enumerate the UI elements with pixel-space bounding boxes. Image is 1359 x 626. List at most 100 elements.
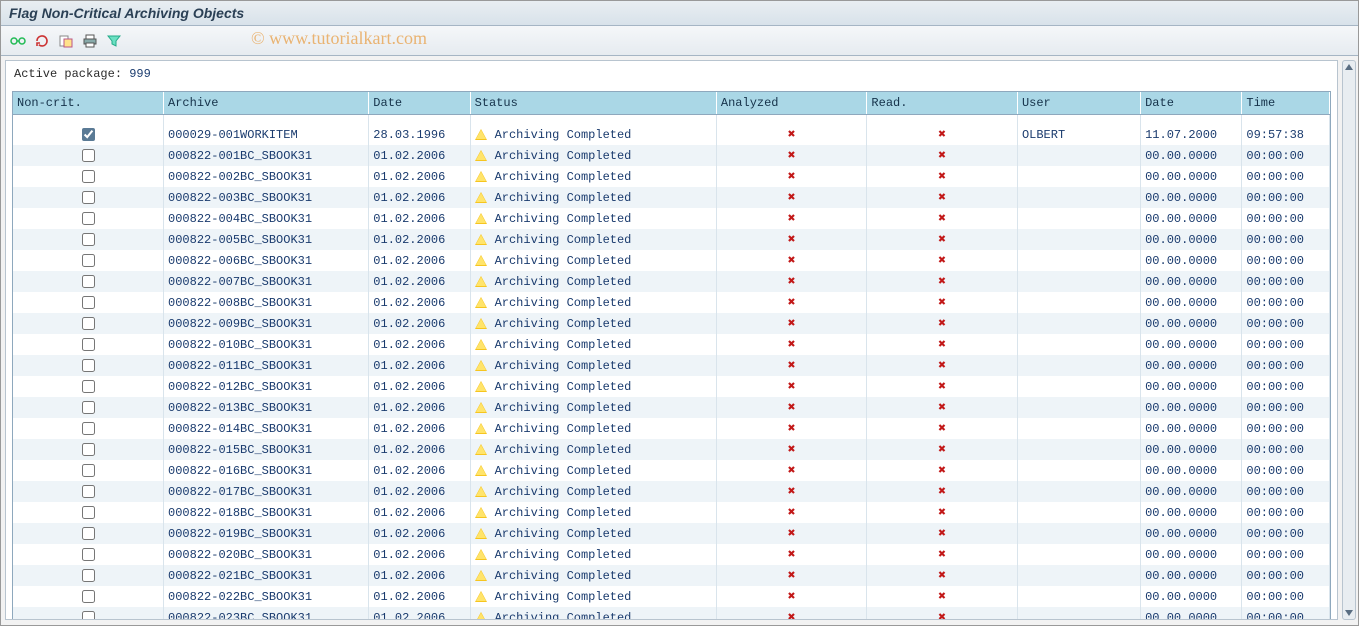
- col-noncrit[interactable]: Non-crit.: [13, 92, 164, 114]
- noncrit-checkbox[interactable]: [82, 422, 95, 435]
- archive-cell: 000822-001BC_SBOOK31: [164, 145, 369, 166]
- x-icon: ✖: [721, 316, 863, 331]
- read-cell: ✖: [867, 250, 1018, 271]
- date-cell: 01.02.2006: [369, 250, 470, 271]
- noncrit-cell: [13, 292, 164, 313]
- user-cell: [1017, 460, 1140, 481]
- scroll-down-icon[interactable]: [1345, 610, 1353, 616]
- time-cell: 00:00:00: [1242, 313, 1330, 334]
- x-icon: ✖: [721, 232, 863, 247]
- archive-cell: 000822-004BC_SBOOK31: [164, 208, 369, 229]
- noncrit-checkbox[interactable]: [82, 548, 95, 561]
- status-cell: Archiving Completed: [470, 334, 716, 355]
- col-analyzed[interactable]: Analyzed: [716, 92, 867, 114]
- scroll-up-icon[interactable]: [1345, 64, 1353, 70]
- archive-cell: 000822-011BC_SBOOK31: [164, 355, 369, 376]
- col-time[interactable]: Time: [1242, 92, 1330, 114]
- col-archive[interactable]: Archive: [164, 92, 369, 114]
- user-cell: [1017, 145, 1140, 166]
- noncrit-checkbox[interactable]: [82, 233, 95, 246]
- col-read[interactable]: Read.: [867, 92, 1018, 114]
- noncrit-checkbox[interactable]: [82, 359, 95, 372]
- x-icon: ✖: [871, 568, 1013, 583]
- status-text: Archiving Completed: [495, 380, 632, 394]
- noncrit-checkbox[interactable]: [82, 485, 95, 498]
- noncrit-checkbox[interactable]: [82, 191, 95, 204]
- table-row: 000822-003BC_SBOOK3101.02.2006Archiving …: [13, 187, 1330, 208]
- status-text: Archiving Completed: [495, 569, 632, 583]
- noncrit-cell: [13, 250, 164, 271]
- status-cell: Archiving Completed: [470, 187, 716, 208]
- vertical-scrollbar[interactable]: [1342, 60, 1356, 620]
- noncrit-checkbox[interactable]: [82, 296, 95, 309]
- date2-cell: 00.00.0000: [1141, 313, 1242, 334]
- read-cell: ✖: [867, 586, 1018, 607]
- date-cell: 01.02.2006: [369, 271, 470, 292]
- x-icon: ✖: [721, 463, 863, 478]
- filter-icon[interactable]: [103, 30, 125, 52]
- print-icon[interactable]: [79, 30, 101, 52]
- archive-cell: 000822-018BC_SBOOK31: [164, 502, 369, 523]
- time-cell: 00:00:00: [1242, 145, 1330, 166]
- x-icon: ✖: [721, 169, 863, 184]
- refresh-icon[interactable]: [31, 30, 53, 52]
- status-cell: Archiving Completed: [470, 376, 716, 397]
- analyzed-cell: ✖: [716, 565, 867, 586]
- noncrit-checkbox[interactable]: [82, 380, 95, 393]
- noncrit-cell: [13, 460, 164, 481]
- noncrit-checkbox[interactable]: [82, 464, 95, 477]
- archive-cell: 000822-020BC_SBOOK31: [164, 544, 369, 565]
- noncrit-checkbox[interactable]: [82, 506, 95, 519]
- noncrit-checkbox[interactable]: [82, 569, 95, 582]
- table-row: 000822-004BC_SBOOK3101.02.2006Archiving …: [13, 208, 1330, 229]
- time-cell: 00:00:00: [1242, 565, 1330, 586]
- date2-cell: 00.00.0000: [1141, 250, 1242, 271]
- time-cell: 00:00:00: [1242, 334, 1330, 355]
- noncrit-cell: [13, 229, 164, 250]
- date2-cell: 00.00.0000: [1141, 355, 1242, 376]
- col-date2[interactable]: Date: [1141, 92, 1242, 114]
- status-text: Archiving Completed: [495, 590, 632, 604]
- warning-icon: [475, 528, 487, 539]
- read-cell: ✖: [867, 502, 1018, 523]
- x-icon: ✖: [871, 148, 1013, 163]
- noncrit-checkbox[interactable]: [82, 128, 95, 141]
- noncrit-checkbox[interactable]: [82, 338, 95, 351]
- col-user[interactable]: User: [1017, 92, 1140, 114]
- noncrit-checkbox[interactable]: [82, 170, 95, 183]
- x-icon: ✖: [871, 190, 1013, 205]
- warning-icon: [475, 150, 487, 161]
- analyzed-cell: ✖: [716, 313, 867, 334]
- content-panel: Active package: 999 Non-crit. Archive Da…: [5, 60, 1338, 620]
- glasses-icon[interactable]: [7, 30, 29, 52]
- date2-cell: 00.00.0000: [1141, 187, 1242, 208]
- noncrit-checkbox[interactable]: [82, 527, 95, 540]
- col-status[interactable]: Status: [470, 92, 716, 114]
- noncrit-checkbox[interactable]: [82, 254, 95, 267]
- noncrit-checkbox[interactable]: [82, 149, 95, 162]
- col-date[interactable]: Date: [369, 92, 470, 114]
- noncrit-checkbox[interactable]: [82, 212, 95, 225]
- archive-cell: 000822-010BC_SBOOK31: [164, 334, 369, 355]
- noncrit-checkbox[interactable]: [82, 611, 95, 620]
- noncrit-checkbox[interactable]: [82, 401, 95, 414]
- status-cell: Archiving Completed: [470, 166, 716, 187]
- noncrit-checkbox[interactable]: [82, 443, 95, 456]
- date2-cell: 00.00.0000: [1141, 502, 1242, 523]
- time-cell: 00:00:00: [1242, 166, 1330, 187]
- noncrit-checkbox[interactable]: [82, 590, 95, 603]
- detail-icon[interactable]: [55, 30, 77, 52]
- analyzed-cell: ✖: [716, 187, 867, 208]
- x-icon: ✖: [721, 148, 863, 163]
- noncrit-checkbox[interactable]: [82, 317, 95, 330]
- x-icon: ✖: [871, 400, 1013, 415]
- date2-cell: 00.00.0000: [1141, 397, 1242, 418]
- table-row: 000822-010BC_SBOOK3101.02.2006Archiving …: [13, 334, 1330, 355]
- noncrit-checkbox[interactable]: [82, 275, 95, 288]
- user-cell: [1017, 523, 1140, 544]
- x-icon: ✖: [871, 505, 1013, 520]
- analyzed-cell: ✖: [716, 607, 867, 620]
- noncrit-cell: [13, 145, 164, 166]
- x-icon: ✖: [721, 379, 863, 394]
- status-cell: Archiving Completed: [470, 460, 716, 481]
